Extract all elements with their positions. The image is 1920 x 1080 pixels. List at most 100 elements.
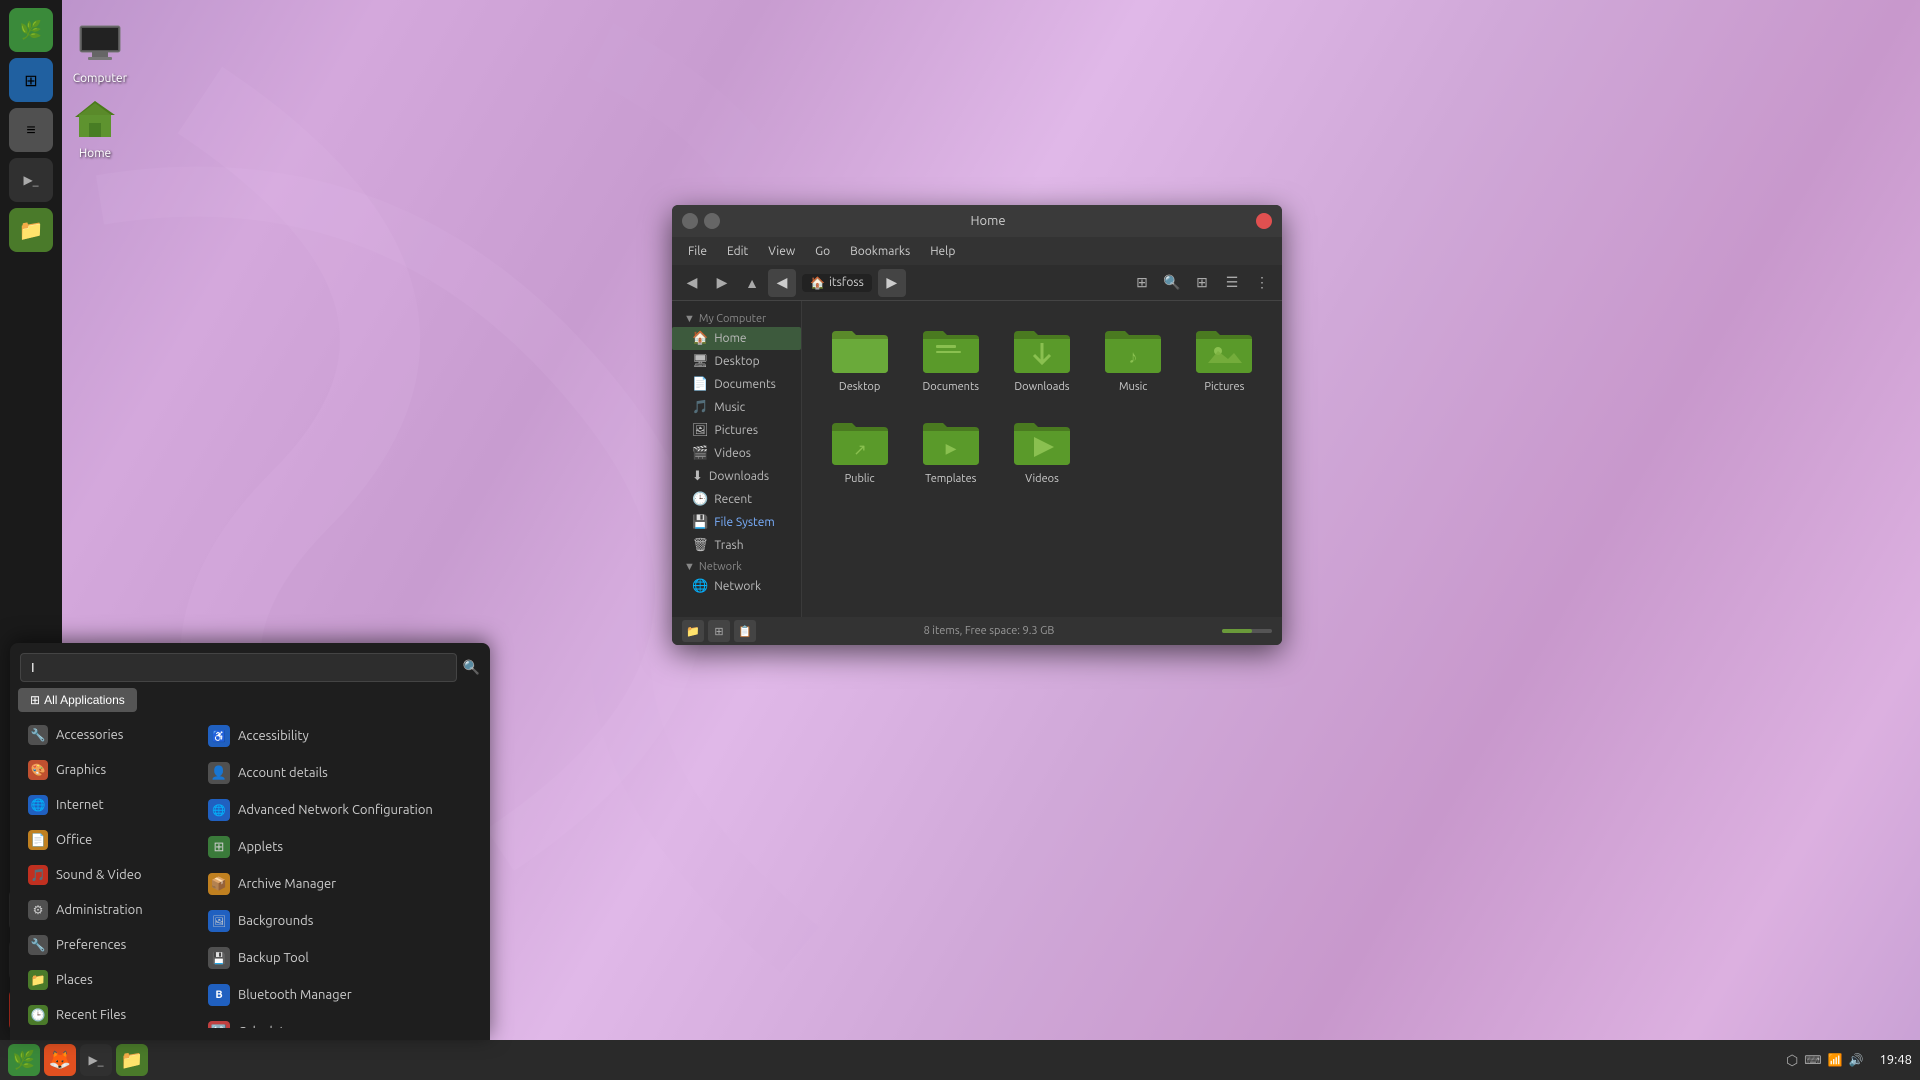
videos-nav-icon: 🎬 xyxy=(692,446,708,461)
folder-videos[interactable]: Videos xyxy=(1000,409,1083,493)
advanced-network-icon: 🌐 xyxy=(208,799,230,821)
next-path-button[interactable]: ▶ xyxy=(878,269,906,297)
nav-filesystem[interactable]: 💾 File System xyxy=(672,511,801,534)
search-input[interactable] xyxy=(20,653,457,682)
archive-manager-icon: 📦 xyxy=(208,873,230,895)
documents-folder-label: Documents xyxy=(923,381,980,393)
network-icon: 📶 xyxy=(1828,1053,1843,1067)
folder-pictures[interactable]: Pictures xyxy=(1183,317,1266,401)
properties-button[interactable]: 📋 xyxy=(734,620,756,642)
zoom-track[interactable] xyxy=(1222,629,1272,633)
folder-templates[interactable]: ▶ Templates xyxy=(909,409,992,493)
documents-folder-icon xyxy=(921,325,981,375)
nav-home[interactable]: 🏠 Home xyxy=(672,327,801,350)
app-advanced-network[interactable]: 🌐 Advanced Network Configuration xyxy=(198,792,482,828)
volume-icon: 🔊 xyxy=(1849,1053,1864,1067)
more-button[interactable]: ⋮ xyxy=(1248,269,1276,297)
menu-edit[interactable]: Edit xyxy=(719,243,756,260)
up-button[interactable]: ▲ xyxy=(738,269,766,297)
app-accessibility[interactable]: ♿ Accessibility xyxy=(198,718,482,754)
status-text: 8 items, Free space: 9.3 GB xyxy=(764,625,1214,637)
nav-music[interactable]: 🎵 Music xyxy=(672,396,801,419)
back-button[interactable]: ◀ xyxy=(678,269,706,297)
all-apps-button[interactable]: ⊞ All Applications xyxy=(18,688,137,712)
zoom-in-button[interactable]: ⊞ xyxy=(1128,269,1156,297)
taskbar-mint-button[interactable]: 🌿 xyxy=(8,1044,40,1076)
cat-sound-video[interactable]: 🎵 Sound & Video xyxy=(18,858,198,892)
nav-downloads[interactable]: ⬇ Downloads xyxy=(672,465,801,488)
search-button[interactable]: 🔍 xyxy=(1158,269,1186,297)
menu-file[interactable]: File xyxy=(680,243,715,260)
app-applets[interactable]: ⊞ Applets xyxy=(198,829,482,865)
nav-videos[interactable]: 🎬 Videos xyxy=(672,442,801,465)
menu-view[interactable]: View xyxy=(760,243,803,260)
window-close-button[interactable]: ✕ xyxy=(1256,213,1272,229)
nav-documents[interactable]: 📄 Documents xyxy=(672,373,801,396)
my-computer-header[interactable]: ▼ My Computer xyxy=(672,309,801,327)
search-button[interactable]: 🔍 xyxy=(463,659,480,676)
folder-public[interactable]: ↗ Public xyxy=(818,409,901,493)
window-title: Home xyxy=(720,214,1256,228)
sidebar-apps-icon[interactable]: ⊞ xyxy=(9,58,53,102)
trash-nav-icon: 🗑 xyxy=(692,538,709,553)
cat-office[interactable]: 📄 Office xyxy=(18,823,198,857)
expand-network-icon: ▼ xyxy=(684,561,695,573)
account-details-icon: 👤 xyxy=(208,762,230,784)
cat-administration[interactable]: ⚙ Administration xyxy=(18,893,198,927)
nav-network[interactable]: 🌐 Network xyxy=(672,575,801,598)
cat-graphics[interactable]: 🎨 Graphics xyxy=(18,753,198,787)
menu-help[interactable]: Help xyxy=(922,243,963,260)
window-minimize-button[interactable]: – xyxy=(682,213,698,229)
search-bar: 🔍 xyxy=(10,643,490,688)
nav-recent[interactable]: 🕒 Recent xyxy=(672,488,801,511)
cat-internet[interactable]: 🌐 Internet xyxy=(18,788,198,822)
status-buttons: 📁 ⊞ 📋 xyxy=(682,620,756,642)
menu-content: 🔧 Accessories 🎨 Graphics 🌐 Internet 📄 Of… xyxy=(10,718,490,1032)
keyboard-icon: ⌨ xyxy=(1804,1053,1821,1067)
icon-view-button[interactable]: ⊞ xyxy=(1188,269,1216,297)
folder-music[interactable]: ♪ Music xyxy=(1092,317,1175,401)
home-nav-icon: 🏠 xyxy=(692,331,708,346)
taskbar-terminal-button[interactable]: ▶_ xyxy=(80,1044,112,1076)
nav-desktop[interactable]: 🖥 Desktop xyxy=(672,350,801,373)
folder-downloads[interactable]: Downloads xyxy=(1000,317,1083,401)
taskbar-files-button[interactable]: 📁 xyxy=(116,1044,148,1076)
cat-recent-files[interactable]: 🕒 Recent Files xyxy=(18,998,198,1032)
open-terminal-button[interactable]: 📁 xyxy=(682,620,704,642)
taskbar-firefox-button[interactable]: 🦊 xyxy=(44,1044,76,1076)
prev-path-button[interactable]: ◀ xyxy=(768,269,796,297)
window-maximize-button[interactable]: □ xyxy=(704,213,720,229)
app-bluetooth-manager[interactable]: B Bluetooth Manager xyxy=(198,977,482,1013)
menu-bookmarks[interactable]: Bookmarks xyxy=(842,243,918,260)
downloads-nav-icon: ⬇ xyxy=(692,469,703,484)
sidebar-folder-icon[interactable]: 📁 xyxy=(9,208,53,252)
list-view-button[interactable]: ☰ xyxy=(1218,269,1246,297)
pictures-folder-label: Pictures xyxy=(1204,381,1244,393)
app-backup-tool[interactable]: 💾 Backup Tool xyxy=(198,940,482,976)
cat-places[interactable]: 📁 Places xyxy=(18,963,198,997)
nav-pictures[interactable]: 🖼 Pictures xyxy=(672,419,801,442)
cat-accessories[interactable]: 🔧 Accessories xyxy=(18,718,198,752)
cat-preferences[interactable]: 🔧 Preferences xyxy=(18,928,198,962)
folder-desktop[interactable]: Desktop xyxy=(818,317,901,401)
app-account-details[interactable]: 👤 Account details xyxy=(198,755,482,791)
recent-nav-icon: 🕒 xyxy=(692,492,708,507)
sidebar-stack-icon[interactable]: ≡ xyxy=(9,108,53,152)
administration-icon: ⚙ xyxy=(28,900,48,920)
sound-video-icon: 🎵 xyxy=(28,865,48,885)
folder-documents[interactable]: Documents xyxy=(909,317,992,401)
calculator-icon: 🔢 xyxy=(208,1021,230,1028)
network-header[interactable]: ▼ Network xyxy=(672,557,801,575)
app-calculator[interactable]: 🔢 Calculator xyxy=(198,1014,482,1028)
file-manager-window: – □ Home ✕ File Edit View Go Bookmarks H… xyxy=(672,205,1282,645)
menu-go[interactable]: Go xyxy=(807,243,838,260)
desktop-nav-icon: 🖥 xyxy=(692,354,709,369)
toggle-view-button[interactable]: ⊞ xyxy=(708,620,730,642)
app-archive-manager[interactable]: 📦 Archive Manager xyxy=(198,866,482,902)
nav-trash[interactable]: 🗑 Trash xyxy=(672,534,801,557)
sidebar-terminal-icon[interactable]: ▶_ xyxy=(9,158,53,202)
sidebar-mint-icon[interactable]: 🌿 xyxy=(9,8,53,52)
app-backgrounds[interactable]: 🖼 Backgrounds xyxy=(198,903,482,939)
forward-button[interactable]: ▶ xyxy=(708,269,736,297)
applets-icon: ⊞ xyxy=(208,836,230,858)
